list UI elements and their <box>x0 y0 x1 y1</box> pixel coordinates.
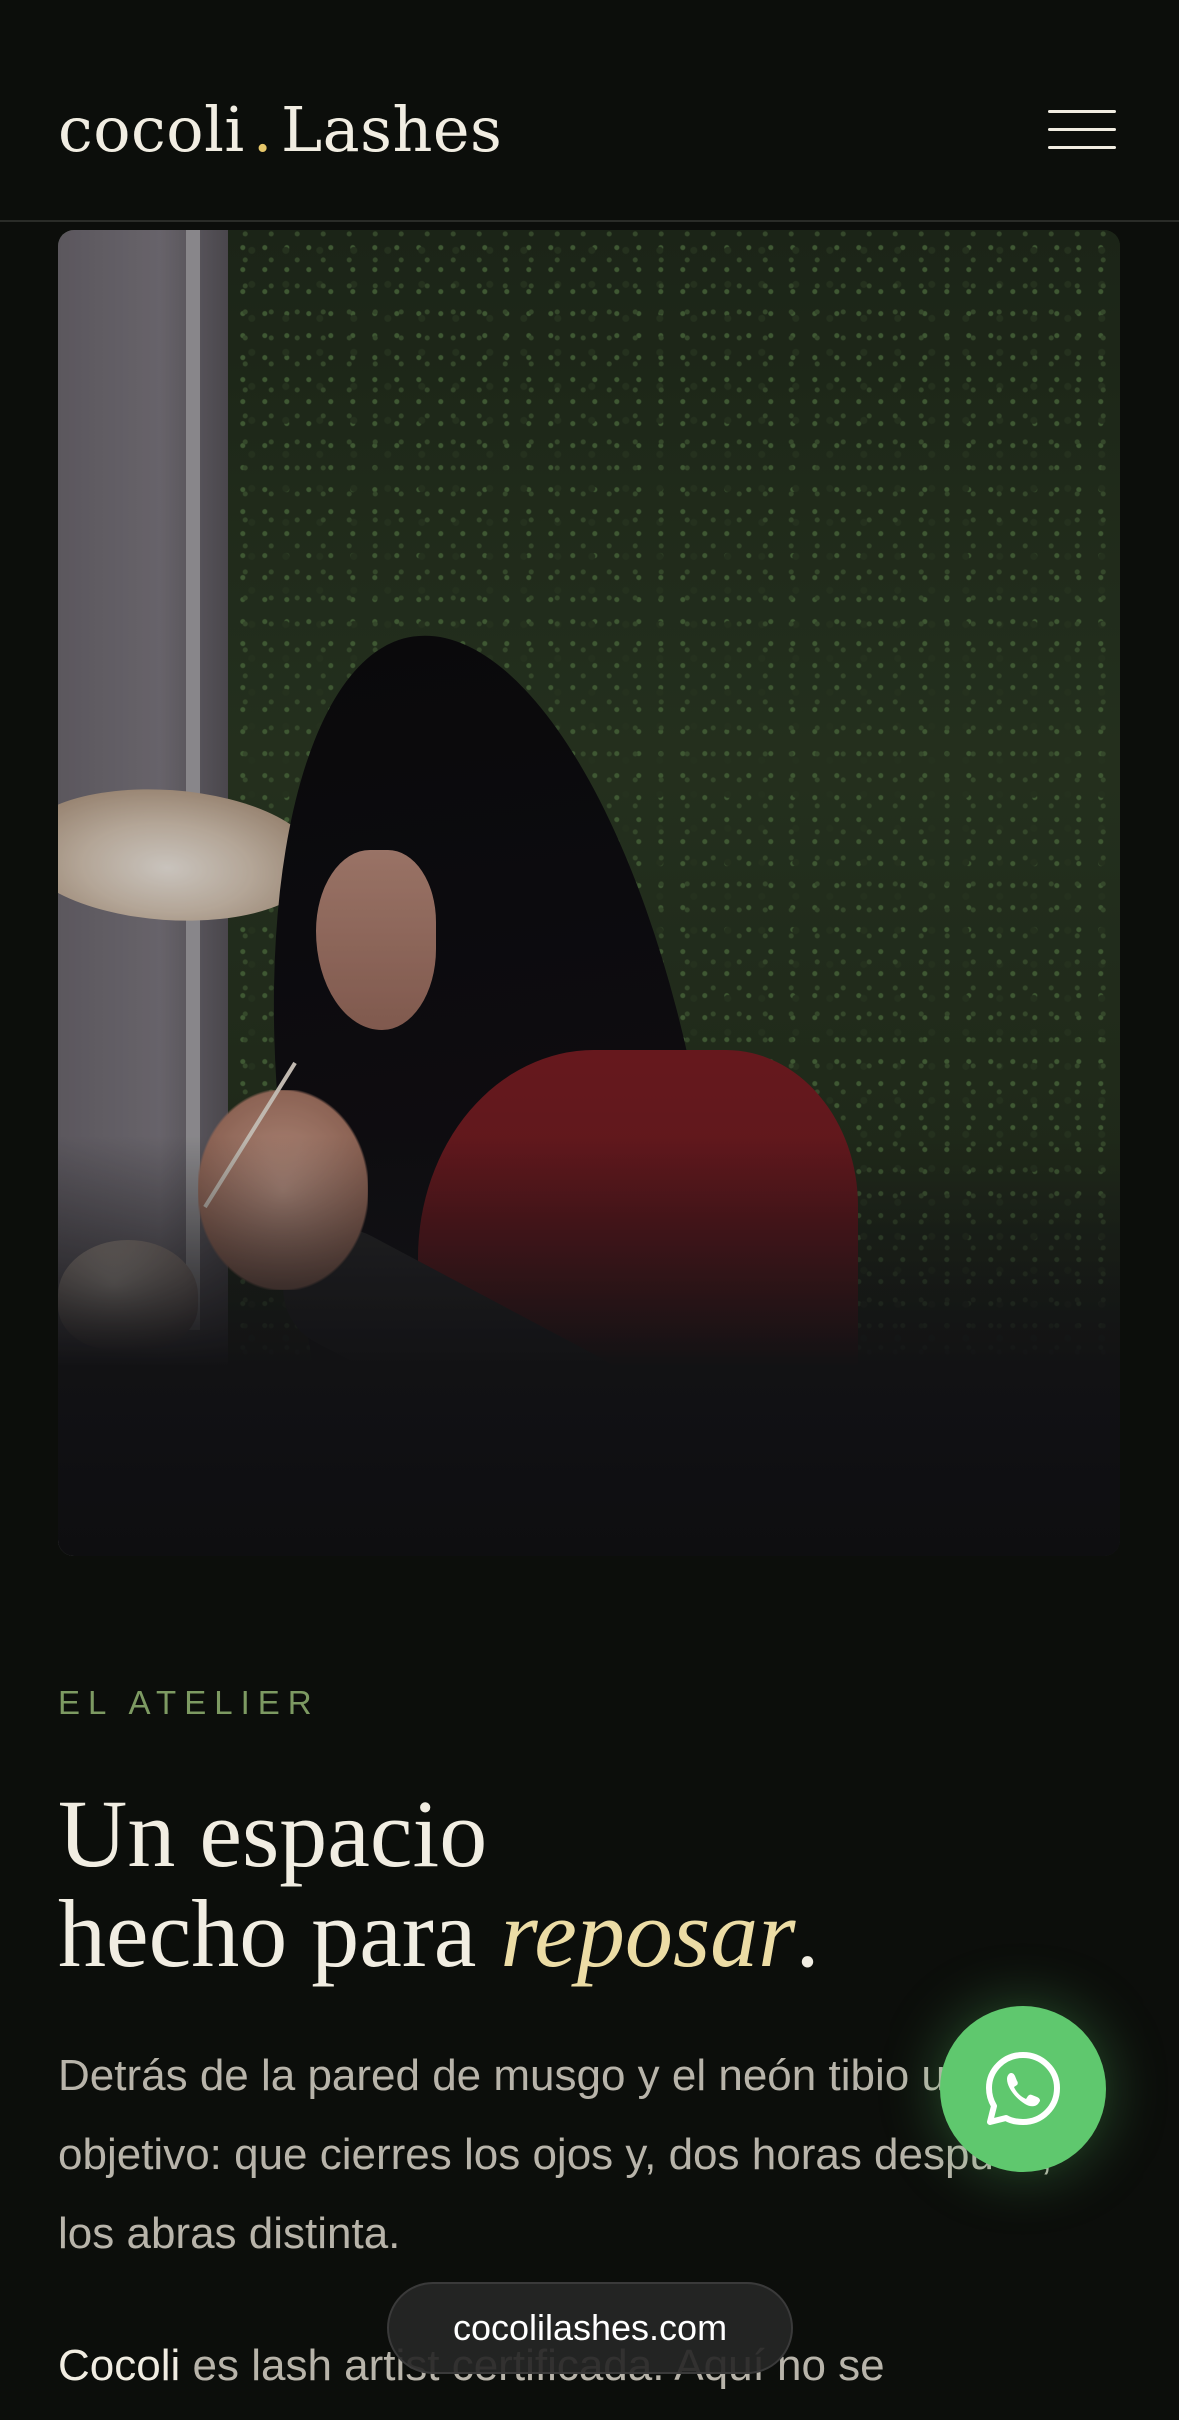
whatsapp-icon <box>986 2052 1060 2125</box>
artist-name: Cocoli <box>58 2341 181 2390</box>
menu-line <box>1048 110 1116 113</box>
heading-line-2-prefix: hecho para <box>58 1880 501 1987</box>
heading-accent-word: reposar <box>500 1880 796 1987</box>
url-pill[interactable]: cocolilashes.com <box>387 2282 793 2374</box>
heading-line-2-suffix: . <box>795 1880 820 1987</box>
whatsapp-button[interactable] <box>940 2006 1106 2172</box>
hero-image <box>58 230 1120 1556</box>
brand-name-right: Lashes <box>280 93 503 166</box>
menu-line <box>1048 146 1116 149</box>
section-heading: Un espacio hecho para reposar. <box>58 1784 1118 1984</box>
brand-dot: . <box>252 93 273 166</box>
image-overlay <box>58 230 1120 1556</box>
site-header: cocoli. Lashes <box>0 0 1179 222</box>
menu-line <box>1048 128 1116 131</box>
section-eyebrow: EL ATELIER <box>58 1684 320 1721</box>
brand-logo[interactable]: cocoli. Lashes <box>58 92 502 168</box>
hamburger-menu-icon[interactable] <box>1044 104 1120 156</box>
heading-line-1: Un espacio <box>58 1780 488 1887</box>
brand-name-left: cocoli <box>58 93 245 166</box>
